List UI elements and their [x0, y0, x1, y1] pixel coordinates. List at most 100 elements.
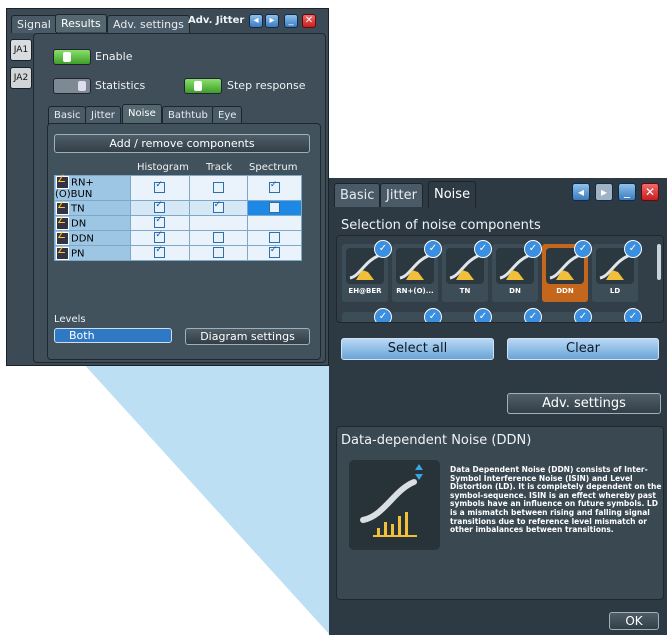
noise-tile[interactable]: ✓ DN — [492, 240, 542, 302]
step-response-toggle[interactable] — [184, 78, 222, 94]
check-icon: ✓ — [474, 308, 492, 322]
noise-tile-row2[interactable]: ✓ — [392, 308, 442, 322]
enable-label: Enable — [95, 50, 133, 63]
table-row: RN+(O)BUN — [53, 174, 303, 201]
check-icon: ✓ — [374, 240, 392, 258]
subtab-bathtub[interactable]: Bathtub — [162, 106, 214, 124]
histogram-checkbox[interactable] — [154, 180, 166, 194]
tile-strip: ✓ EH@BER ✓ ✓ RN+(O)... ✓ ✓ TN ✓ ✓ DN ✓ ✓ DDN ✓ ✓ LD ✓ — [336, 235, 664, 323]
subtab-basic[interactable]: Basic — [48, 106, 87, 124]
check-icon: ✓ — [424, 308, 442, 322]
zoom-tab-basic[interactable]: Basic — [334, 183, 381, 207]
minimize-icon[interactable]: _ — [284, 14, 298, 28]
noise-tile[interactable]: ✓ DDN — [542, 240, 592, 302]
check-icon: ✓ — [424, 240, 442, 258]
track-checkbox[interactable] — [212, 182, 224, 194]
track-checkbox[interactable] — [212, 200, 224, 214]
check-icon: ✓ — [374, 308, 392, 322]
components-table: RN+(O)BUN TN DN DDN PN — [53, 174, 303, 261]
component-icon — [56, 174, 69, 189]
subtab-noise[interactable]: Noise — [122, 104, 162, 124]
histogram-checkbox[interactable] — [154, 200, 166, 214]
window-title: Adv. Jitter — [188, 15, 245, 26]
diagram-settings-button[interactable]: Diagram settings — [185, 328, 310, 345]
tile-label: EH@BER — [348, 287, 382, 295]
subtab-eye[interactable]: Eye — [212, 106, 243, 124]
table-row: TN — [53, 200, 303, 216]
spectrum-checkbox[interactable] — [268, 232, 280, 244]
back-icon[interactable]: ◂ — [249, 14, 263, 28]
noise-tile-row2[interactable]: ✓ — [542, 308, 592, 322]
side-tab-ja1[interactable]: JA1 — [10, 39, 32, 61]
histogram-checkbox[interactable] — [154, 215, 166, 229]
add-remove-components-button[interactable]: Add / remove components — [54, 134, 310, 153]
col-spectrum: Spectrum — [249, 162, 298, 173]
selection-title: Selection of noise components — [341, 218, 541, 233]
tile-scrollbar[interactable] — [657, 244, 661, 280]
ok-button[interactable]: OK — [609, 612, 659, 630]
levels-select[interactable]: Both — [54, 328, 172, 343]
tab-results[interactable]: Results — [55, 14, 107, 32]
zoom-tab-jitter[interactable]: Jitter — [380, 183, 423, 207]
noise-tile-row2[interactable]: ✓ — [442, 308, 492, 322]
tile-label: DN — [509, 287, 521, 295]
track-checkbox[interactable] — [212, 232, 224, 244]
tile-label: DDN — [556, 287, 574, 295]
spectrum-checkbox[interactable] — [268, 202, 280, 214]
check-icon: ✓ — [524, 308, 542, 322]
histogram-checkbox[interactable] — [154, 245, 166, 259]
histogram-checkbox[interactable] — [154, 230, 166, 244]
check-icon: ✓ — [524, 240, 542, 258]
side-tab-ja2[interactable]: JA2 — [10, 67, 32, 89]
levels-label: Levels — [54, 314, 86, 325]
zoom-tab-noise[interactable]: Noise — [428, 181, 477, 208]
subtab-jitter[interactable]: Jitter — [85, 106, 121, 124]
zoom-close-icon[interactable]: ✕ — [641, 183, 659, 201]
check-icon: ✓ — [624, 240, 642, 258]
noise-panel: Add / remove components Histogram Track … — [47, 123, 321, 360]
component-name: DN — [71, 218, 87, 229]
tile-label: LD — [609, 287, 621, 295]
zoom-minimize-icon[interactable]: _ — [618, 183, 636, 201]
table-row: DN — [53, 215, 303, 231]
close-icon[interactable]: ✕ — [302, 14, 316, 28]
check-icon: ✓ — [624, 308, 642, 322]
col-histogram: Histogram — [137, 162, 189, 173]
statistics-label: Statistics — [95, 79, 146, 92]
adv-jitter-window: Signal Results Adv. settings Adv. Jitter… — [6, 8, 329, 366]
zoom-back-icon[interactable]: ◂ — [572, 183, 590, 201]
clear-button[interactable]: Clear — [507, 338, 659, 360]
select-all-button[interactable]: Select all — [341, 338, 494, 360]
component-icon — [56, 215, 69, 230]
tab-signal[interactable]: Signal — [11, 15, 57, 33]
spectrum-checkbox[interactable] — [268, 180, 280, 194]
adv-settings-button[interactable]: Adv. settings — [507, 393, 661, 414]
check-icon: ✓ — [574, 308, 592, 322]
noise-tile-row2[interactable]: ✓ — [592, 308, 642, 322]
spectrum-checkbox[interactable] — [268, 245, 280, 259]
statistics-toggle[interactable] — [53, 78, 91, 94]
tab-adv-settings[interactable]: Adv. settings — [107, 15, 190, 33]
zoom-forward-icon[interactable]: ▸ — [595, 183, 613, 201]
component-icon — [56, 200, 69, 215]
track-checkbox[interactable] — [212, 247, 224, 259]
noise-tile[interactable]: ✓ TN — [442, 240, 492, 302]
forward-icon[interactable]: ▸ — [265, 14, 279, 28]
noise-tile-row2[interactable]: ✓ — [342, 308, 392, 322]
component-name: PN — [71, 248, 85, 259]
check-icon: ✓ — [474, 240, 492, 258]
info-text: Data Dependent Noise (DDN) consists of I… — [450, 465, 662, 535]
step-response-label: Step response — [227, 79, 306, 92]
noise-tile[interactable]: ✓ EH@BER — [342, 240, 392, 302]
tile-label: RN+(O)... — [396, 287, 434, 295]
table-row: DDN — [53, 230, 303, 246]
noise-tile[interactable]: ✓ RN+(O)... — [392, 240, 442, 302]
check-icon: ✓ — [574, 240, 592, 258]
info-title: Data-dependent Noise (DDN) — [341, 433, 532, 448]
results-panel: Enable Statistics Step response Basic Ji… — [33, 33, 326, 363]
enable-toggle[interactable] — [53, 49, 91, 65]
noise-tile[interactable]: ✓ LD — [592, 240, 642, 302]
tile-label: TN — [459, 287, 471, 295]
noise-tile-row2[interactable]: ✓ — [492, 308, 542, 322]
ddn-icon — [349, 460, 440, 550]
